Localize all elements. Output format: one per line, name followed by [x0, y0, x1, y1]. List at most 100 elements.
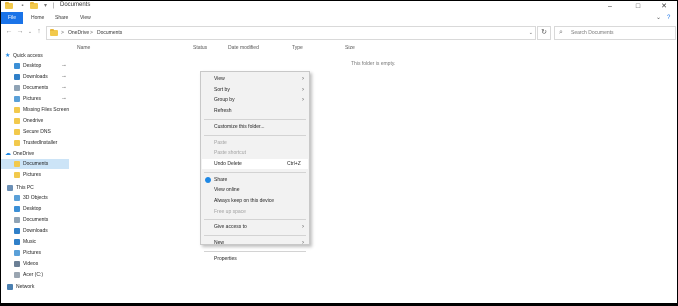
folder-icon	[14, 118, 20, 124]
nav-item-label: Documents	[23, 161, 49, 167]
folder-icon	[14, 63, 20, 69]
menu-item-free-up-space: Free up space	[202, 207, 308, 217]
sidebar-item-onedrive[interactable]: Onedrive	[1, 116, 69, 126]
new-folder-icon[interactable]	[30, 2, 38, 9]
search-input[interactable]: ⌕ Search Documents	[554, 26, 676, 40]
recent-locations-icon[interactable]: ⌄	[26, 27, 34, 37]
column-header-name[interactable]: Name	[77, 45, 90, 51]
sidebar-item-pc-videos[interactable]: Videos	[1, 259, 69, 269]
nav-item-label: Pictures	[23, 172, 42, 178]
nav-item-label: Downloads	[23, 228, 48, 234]
folder-icon	[14, 228, 20, 234]
folder-icon	[14, 217, 20, 223]
menu-separator	[204, 219, 306, 221]
menu-item-paste-shortcut: Paste shortcut	[202, 148, 308, 158]
sidebar-item-secure-dns[interactable]: Secure DNS	[1, 127, 69, 137]
chevron-right-icon: ›	[302, 224, 304, 231]
sidebar-item-documents[interactable]: Documents ⊸	[1, 83, 69, 93]
column-header-date-modified[interactable]: Date modified	[228, 45, 259, 51]
folder-icon	[14, 129, 20, 135]
menu-item-label: Always keep on this device	[214, 198, 275, 204]
menu-item-group-by[interactable]: Group by ›	[202, 95, 308, 105]
sidebar-item-pc-desktop[interactable]: Desktop	[1, 204, 69, 214]
menu-separator	[204, 134, 306, 136]
menu-item-label: Sort by	[214, 86, 230, 93]
folder-icon	[14, 96, 20, 102]
sidebar-item-pc-documents[interactable]: Documents	[1, 215, 69, 225]
refresh-button[interactable]: ↻	[537, 26, 551, 40]
nav-item-label: Desktop	[23, 206, 42, 212]
breadcrumb-onedrive[interactable]: OneDrive	[68, 27, 89, 39]
breadcrumb-documents[interactable]: Documents	[97, 27, 122, 39]
sidebar-item-downloads[interactable]: Downloads ⊸	[1, 72, 69, 82]
menu-item-give-access-to[interactable]: Give access to ›	[202, 222, 308, 232]
chevron-right-icon: ›	[302, 86, 304, 93]
folder-icon	[14, 250, 20, 256]
customize-toolbar-icon[interactable]: ▾	[42, 3, 49, 9]
nav-onedrive[interactable]: ☁ OneDrive	[1, 149, 69, 159]
up-arrow-icon[interactable]: ↑	[35, 27, 43, 37]
sidebar-item-pc-3d-objects[interactable]: 3D Objects	[1, 193, 69, 203]
nav-quick-access[interactable]: ★ Quick access	[1, 51, 69, 61]
menu-item-view-online[interactable]: View online	[202, 185, 308, 195]
menu-item-always-keep-on-this-device[interactable]: Always keep on this device	[202, 196, 308, 206]
column-header-status[interactable]: Status	[193, 45, 207, 51]
folder-icon	[14, 85, 20, 91]
back-arrow-icon[interactable]: ←	[5, 27, 13, 37]
menu-item-label: Group by	[214, 97, 235, 104]
menu-item-sort-by[interactable]: Sort by ›	[202, 85, 308, 95]
sidebar-item-pc-music[interactable]: Music	[1, 237, 69, 247]
menu-item-share[interactable]: Share	[202, 175, 308, 185]
address-dropdown-icon[interactable]: ⌄	[529, 27, 533, 39]
search-icon: ⌕	[559, 29, 563, 36]
menu-item-view[interactable]: View ›	[202, 74, 308, 84]
nav-item-label: 3D Objects	[23, 195, 48, 201]
tab-share[interactable]: Share	[55, 12, 68, 24]
nav-item-label: Downloads	[23, 74, 48, 80]
folder-icon	[14, 74, 20, 80]
help-icon[interactable]: ?	[667, 12, 670, 24]
address-bar[interactable]: > OneDrive > Documents ⌄	[46, 26, 536, 40]
chevron-down-icon[interactable]: ⌄	[656, 12, 661, 24]
sidebar-item-trustedinstaller[interactable]: TrustedInstaller	[1, 138, 69, 148]
maximize-button[interactable]: □	[625, 1, 651, 12]
sidebar-item-desktop[interactable]: Desktop ⊸	[1, 61, 69, 71]
folder-icon	[14, 195, 20, 201]
menu-item-refresh[interactable]: Refresh	[202, 106, 308, 116]
nav-this-pc[interactable]: This PC	[1, 183, 69, 193]
menu-item-label: Paste shortcut	[214, 150, 246, 157]
context-menu: View › Sort by › Group by › Refresh Customize t…	[200, 71, 310, 262]
forward-arrow-icon[interactable]: →	[16, 27, 24, 37]
sidebar-item-missing-files-screen[interactable]: Missing Files Screen	[1, 105, 69, 115]
folder-icon	[14, 172, 20, 178]
menu-item-customize-this-folder[interactable]: Customize this folder...	[202, 122, 308, 132]
nav-item-label: Documents	[23, 85, 49, 91]
sidebar-item-pc-acer-c[interactable]: Acer (C:)	[1, 270, 69, 280]
close-button[interactable]: ✕	[651, 1, 677, 12]
tab-file[interactable]: File	[1, 12, 23, 24]
sidebar-item-pc-pictures[interactable]: Pictures	[1, 248, 69, 258]
sidebar-item-onedrive-pictures[interactable]: Pictures	[1, 170, 69, 180]
menu-item-undo-delete[interactable]: Undo Delete Ctrl+Z	[202, 158, 308, 169]
tab-view[interactable]: View	[80, 12, 91, 24]
properties-icon[interactable]: ▪	[19, 3, 26, 9]
minimize-button[interactable]: –	[597, 1, 623, 12]
folder-icon	[14, 161, 20, 167]
pin-icon: ⊸	[61, 96, 66, 102]
menu-item-properties[interactable]: Properties	[202, 254, 308, 264]
tab-home[interactable]: Home	[31, 12, 44, 24]
folder-icon	[14, 239, 20, 245]
menu-item-new[interactable]: New ›	[202, 238, 308, 248]
menu-item-paste: Paste	[202, 138, 308, 148]
sidebar-item-pictures[interactable]: Pictures ⊸	[1, 94, 69, 104]
network-icon	[7, 284, 13, 290]
column-header-size[interactable]: Size	[345, 45, 355, 51]
column-header-type[interactable]: Type	[292, 45, 303, 51]
chevron-right-icon: ›	[302, 76, 304, 82]
menu-item-label: Refresh	[214, 108, 232, 115]
nav-network[interactable]: Network	[1, 282, 69, 292]
nav-item-label: Pictures	[23, 96, 42, 102]
sidebar-item-onedrive-documents[interactable]: Documents	[1, 159, 69, 169]
sidebar-item-pc-downloads[interactable]: Downloads	[1, 226, 69, 236]
menu-item-label: Give access to	[214, 224, 247, 231]
